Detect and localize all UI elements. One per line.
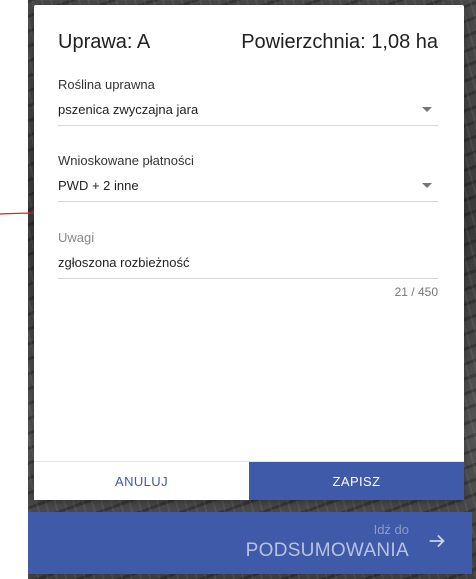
notes-label: Uwagi	[58, 230, 95, 245]
crop-underline	[58, 125, 438, 126]
crop-label: Roślina uprawna	[58, 77, 155, 92]
crop-value[interactable]: pszenica zwyczajna jara	[58, 102, 198, 117]
cancel-button[interactable]: ANULUJ	[34, 462, 249, 500]
caret-down-icon[interactable]	[422, 182, 432, 188]
notes-char-counter: 21 / 450	[394, 285, 438, 299]
payments-underline	[58, 201, 438, 202]
payments-select[interactable]: Wnioskowane płatności PWD + 2 inne	[58, 153, 438, 202]
dialog-header: Uprawa: A Powierzchnia: 1,08 ha	[58, 31, 438, 54]
notes-value[interactable]: zgłoszona rozbieżność	[58, 255, 190, 270]
dialog-actions: ANULUJ ZAPISZ	[34, 461, 464, 500]
caret-down-icon[interactable]	[422, 106, 432, 112]
go-to-label: Idź do	[373, 522, 409, 537]
area-label: Powierzchnia: 1,08 ha	[241, 31, 438, 53]
go-to-summary-bar[interactable]: Idź do PODSUMOWANIA	[28, 512, 472, 574]
summary-label: PODSUMOWANIA	[245, 540, 409, 561]
crop-edit-dialog: Uprawa: A Powierzchnia: 1,08 ha Roślina …	[34, 5, 464, 500]
arrow-right-icon[interactable]	[426, 530, 448, 552]
dialog-title: Uprawa: A	[58, 31, 151, 53]
page-margin	[0, 0, 28, 579]
notes-field[interactable]: Uwagi zgłoszona rozbieżność 21 / 450	[58, 230, 438, 299]
payments-label: Wnioskowane płatności	[58, 153, 194, 168]
crop-select[interactable]: Roślina uprawna pszenica zwyczajna jara	[58, 77, 438, 126]
payments-value[interactable]: PWD + 2 inne	[58, 178, 139, 193]
save-button[interactable]: ZAPISZ	[249, 462, 464, 500]
notes-underline	[58, 278, 438, 279]
